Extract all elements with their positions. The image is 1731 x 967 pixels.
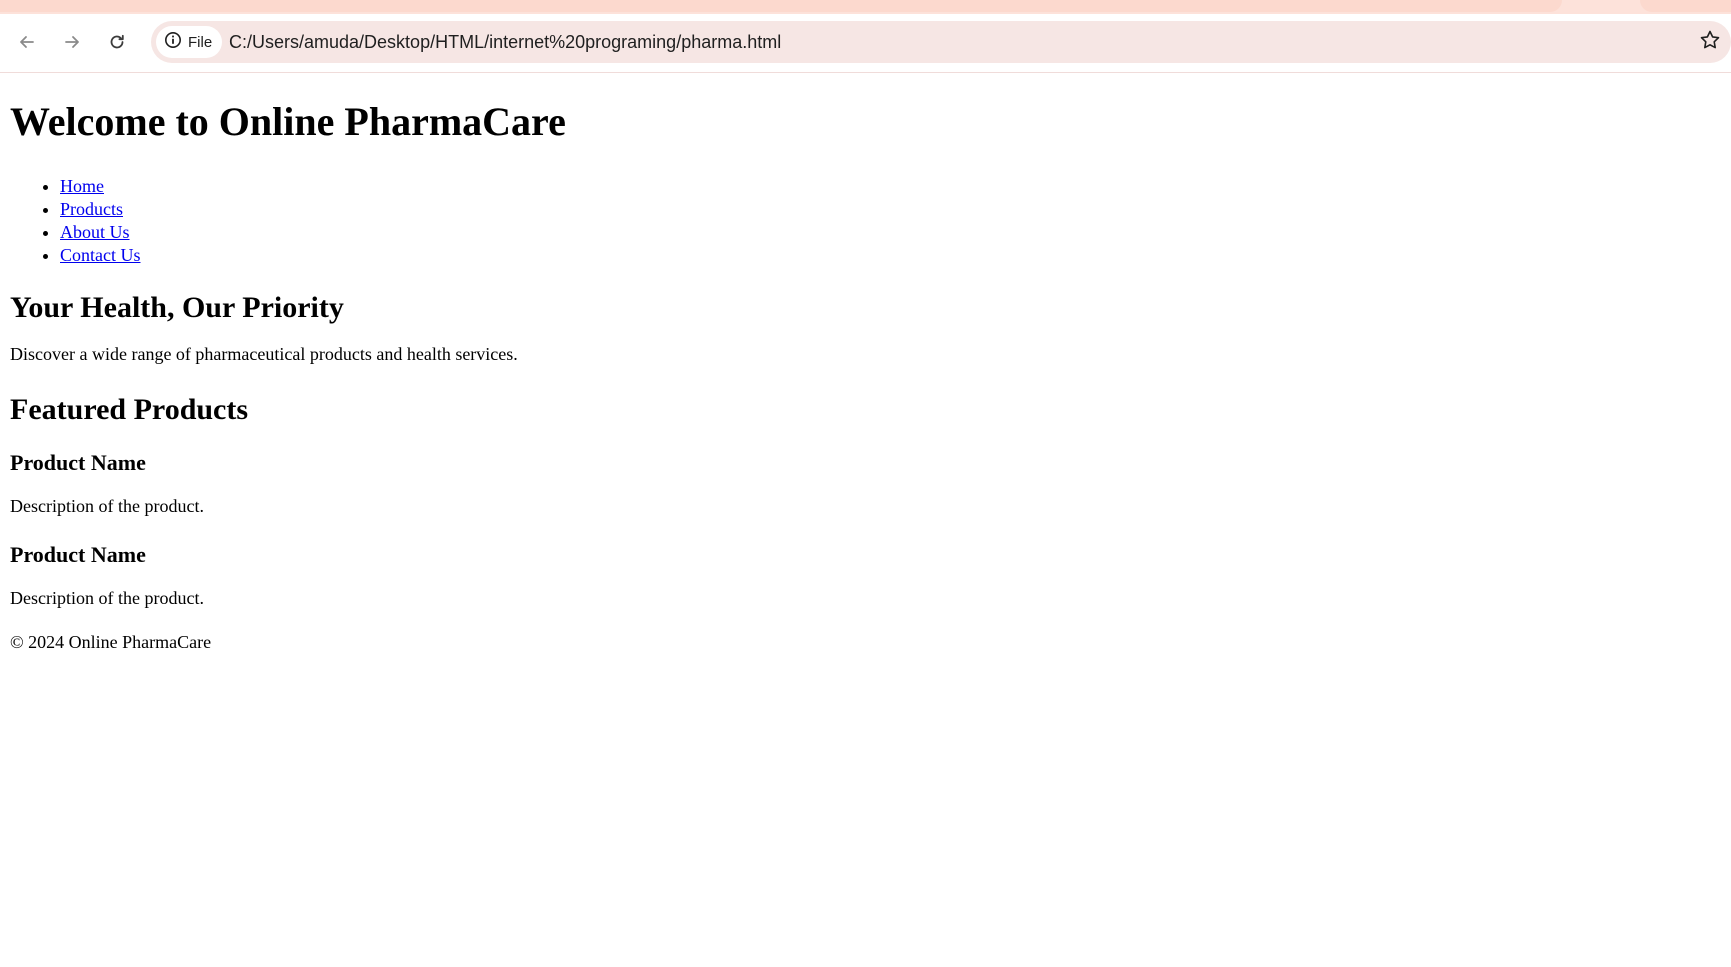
bookmark-button[interactable] [1694, 26, 1726, 58]
page-footer: © 2024 Online PharmaCare [10, 631, 212, 652]
nav-link-contact[interactable]: Contact Us [60, 245, 141, 265]
nav-item-contact: Contact Us [60, 244, 1721, 267]
forward-arrow-icon [62, 32, 82, 52]
nav-link-home[interactable]: Home [60, 176, 104, 196]
forward-button[interactable] [56, 26, 88, 58]
address-bar[interactable]: File C:/Users/amuda/Desktop/HTML/interne… [151, 21, 1731, 63]
url-text[interactable]: C:/Users/amuda/Desktop/HTML/internet%20p… [229, 32, 781, 53]
browser-chrome: File C:/Users/amuda/Desktop/HTML/interne… [0, 0, 1731, 73]
nav-item-home: Home [60, 175, 1721, 198]
nav-link-products[interactable]: Products [60, 199, 123, 219]
browser-toolbar: File C:/Users/amuda/Desktop/HTML/interne… [0, 14, 1731, 72]
info-icon [164, 31, 182, 53]
site-info-chip[interactable]: File [156, 26, 223, 58]
active-tab-edge[interactable] [0, 0, 1562, 12]
product-description: Description of the product. [10, 495, 204, 516]
nav-item-about: About Us [60, 221, 1721, 244]
reload-button[interactable] [101, 26, 133, 58]
hero-text: Discover a wide range of pharmaceutical … [10, 343, 518, 364]
page-title: Welcome to Online PharmaCare [10, 99, 566, 144]
back-arrow-icon [17, 32, 37, 52]
nav-link-about[interactable]: About Us [60, 222, 130, 242]
main-nav: Home Products About Us Contact Us [10, 175, 1721, 267]
product-name: Product Name [10, 449, 146, 475]
site-chip-label: File [188, 33, 213, 51]
featured-heading: Featured Products [10, 393, 249, 427]
page-content: Welcome to Online PharmaCare Home Produc… [0, 99, 1731, 653]
product-description: Description of the product. [10, 587, 204, 608]
back-button[interactable] [11, 26, 43, 58]
new-tab-edge[interactable] [1640, 0, 1731, 12]
hero-heading: Your Health, Our Priority [10, 291, 344, 324]
reload-icon [107, 32, 127, 52]
nav-item-products: Products [60, 198, 1721, 221]
star-icon [1699, 29, 1721, 55]
product-name: Product Name [10, 541, 146, 567]
tab-strip [0, 0, 1731, 14]
